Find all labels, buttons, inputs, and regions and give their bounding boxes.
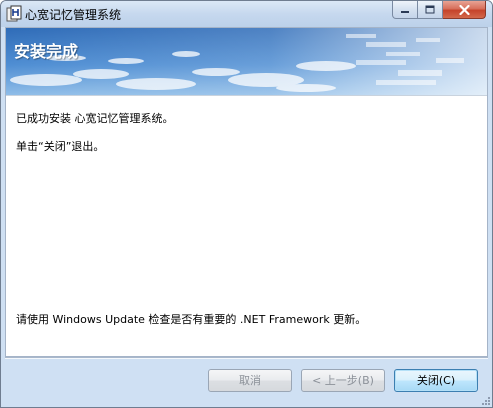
dotnet-update-note: 请使用 Windows Update 检查是否有重要的 .NET Framewo…: [16, 313, 367, 326]
resize-grip-icon[interactable]: [480, 395, 490, 405]
sky-banner-image: [6, 28, 487, 95]
header-banner: 安装完成: [6, 28, 487, 96]
install-success-text: 已成功安装 心宽记忆管理系统。: [16, 112, 174, 125]
maximize-icon: [425, 5, 435, 14]
caption-buttons: [392, 1, 486, 20]
maximize-button[interactable]: [418, 1, 443, 19]
page-title: 安装完成: [14, 42, 79, 61]
footer-divider: [5, 357, 488, 359]
minimize-icon: [401, 10, 409, 13]
minimize-button[interactable]: [392, 1, 418, 19]
close-instruction-text: 单击“关闭”退出。: [16, 140, 105, 153]
installer-window: 心宽记忆管理系统 安装完成 已成功安装 心宽记忆管理系统。 单击“关闭”退出。 …: [0, 0, 493, 408]
close-button[interactable]: 关闭(C): [394, 369, 478, 392]
title-bar[interactable]: 心宽记忆管理系统: [1, 1, 492, 27]
installer-app-icon: [6, 5, 22, 22]
close-icon: [458, 4, 470, 15]
window-title: 心宽记忆管理系统: [25, 8, 122, 22]
completion-message: 已成功安装 心宽记忆管理系统。 单击“关闭”退出。: [16, 110, 174, 166]
wizard-panel: 安装完成 已成功安装 心宽记忆管理系统。 单击“关闭”退出。 请使用 Windo…: [5, 27, 488, 357]
cancel-button[interactable]: 取消: [208, 369, 292, 392]
close-window-button[interactable]: [443, 1, 486, 19]
back-button[interactable]: < 上一步(B): [301, 369, 385, 392]
